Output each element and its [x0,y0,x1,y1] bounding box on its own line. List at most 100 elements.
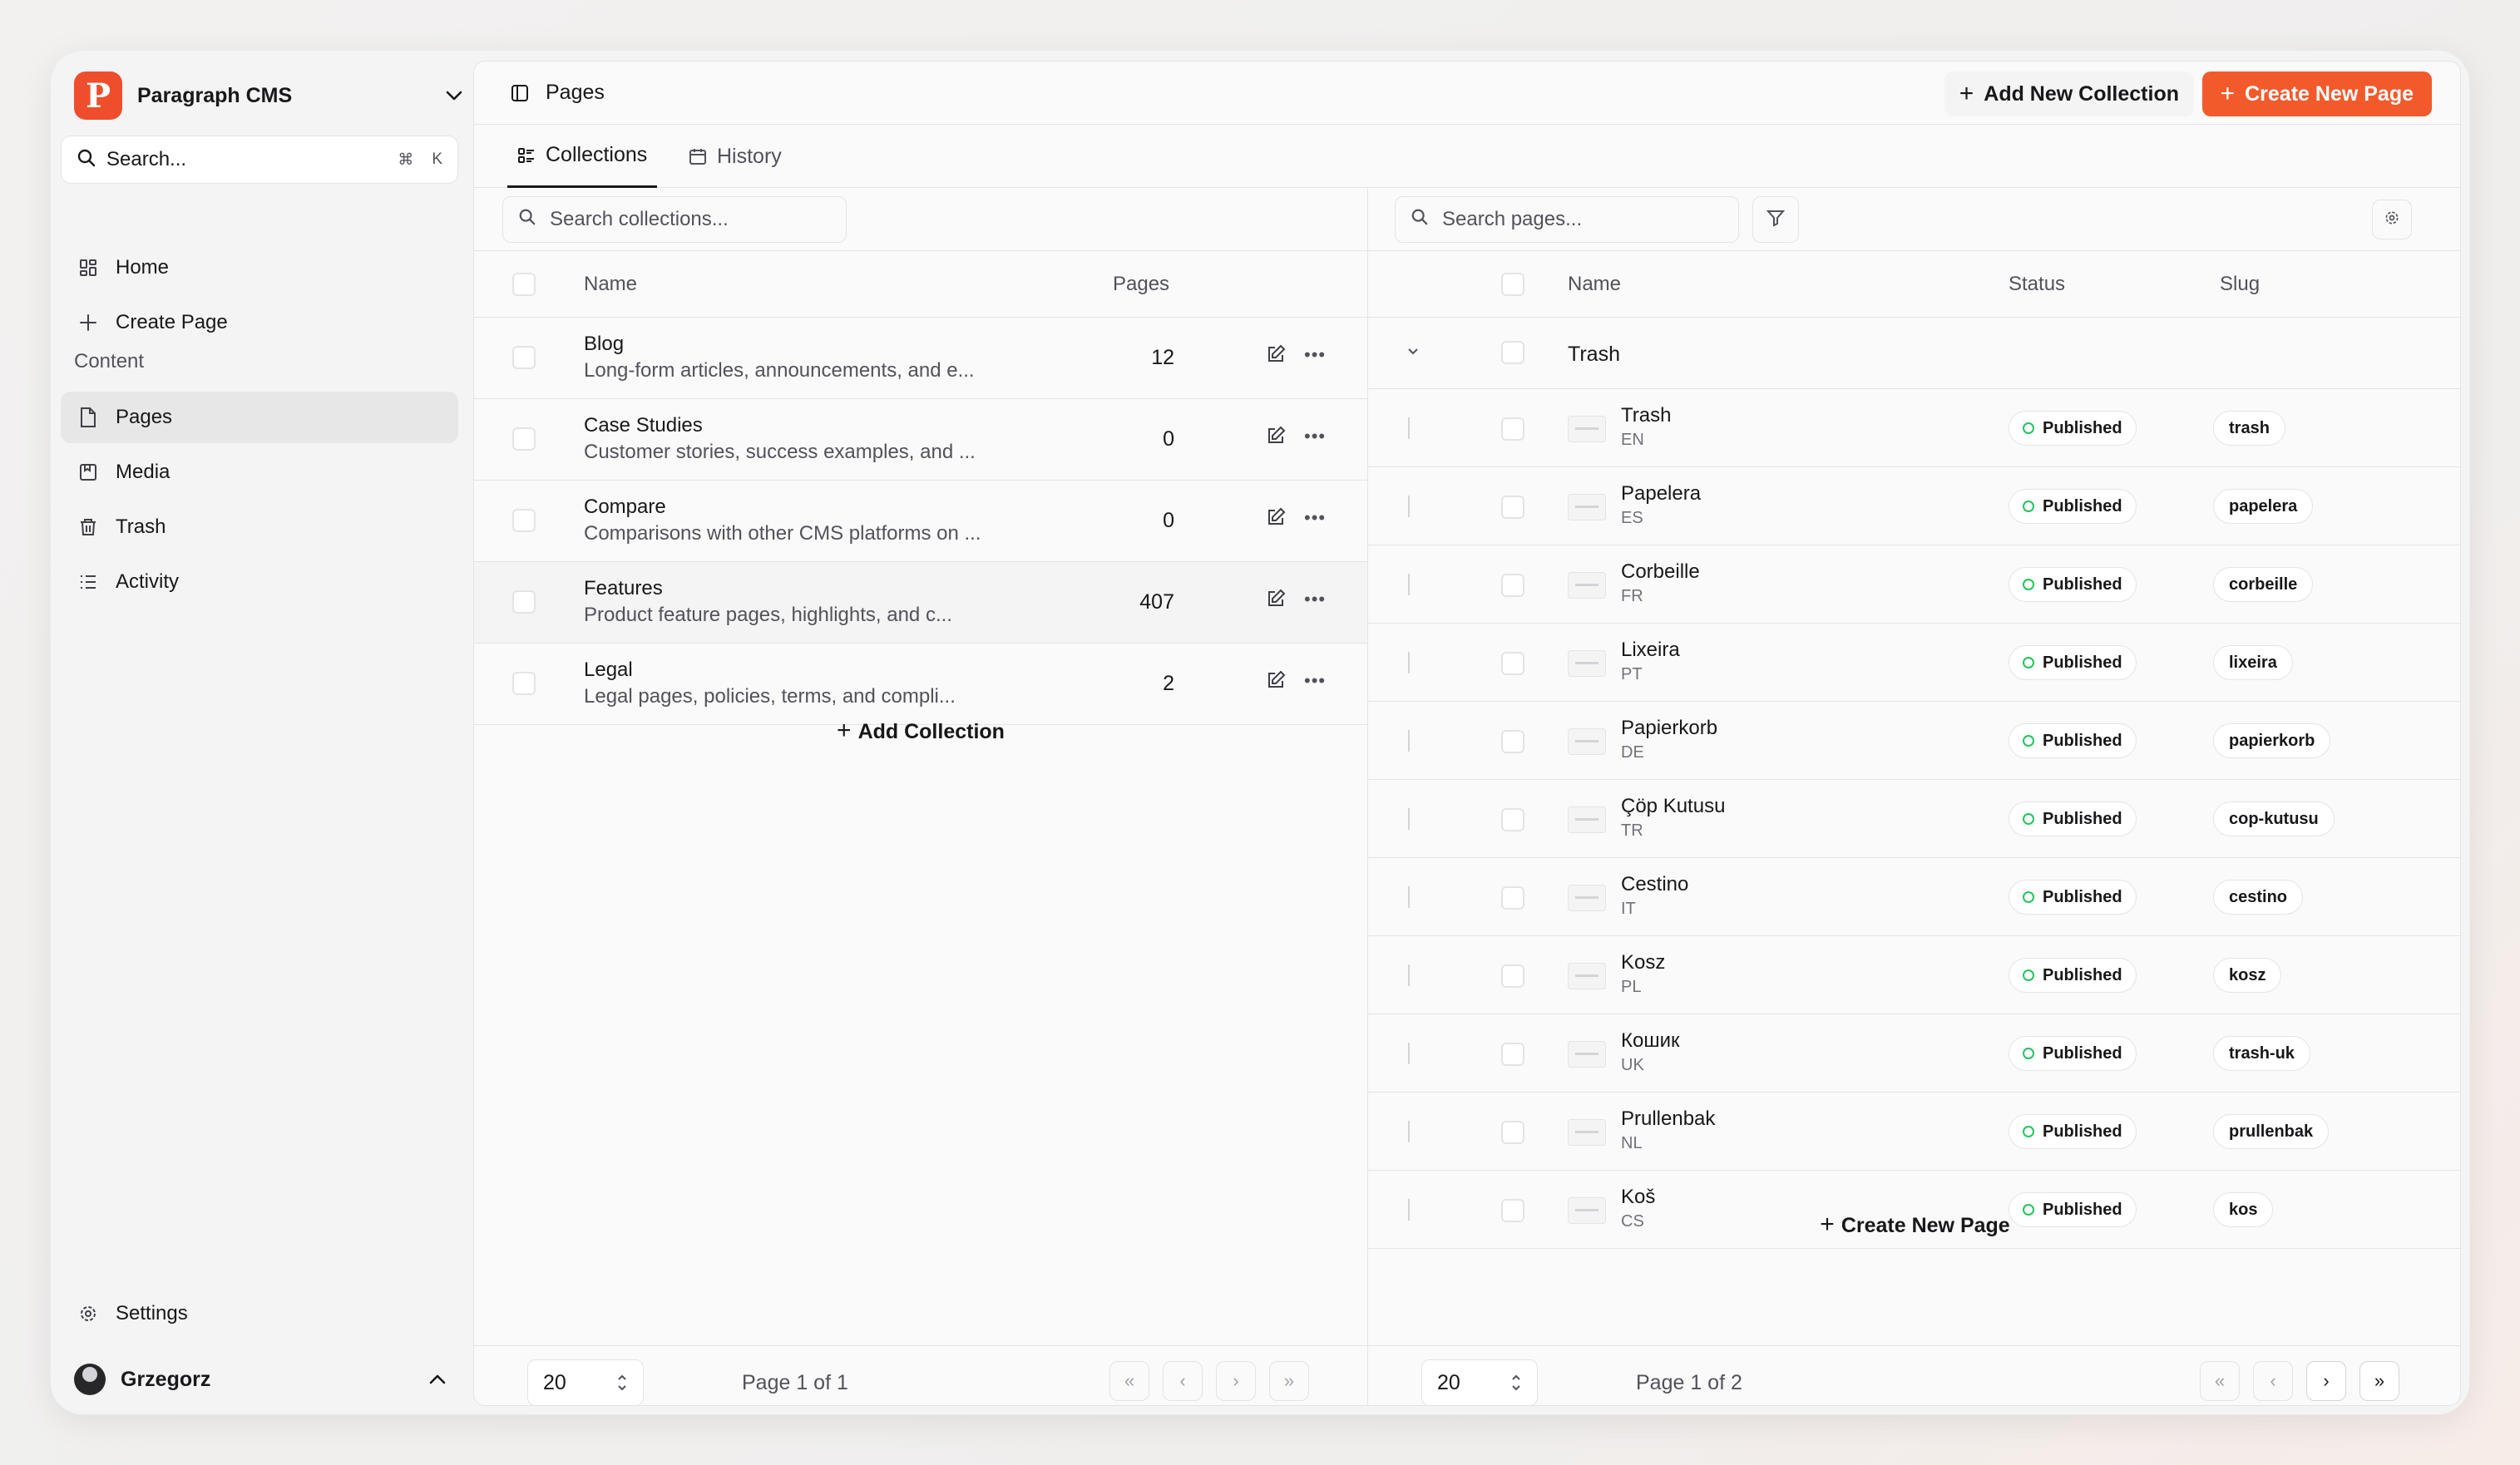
table-row[interactable]: Legal Legal pages, policies, terms, and … [474,644,1367,725]
page-language: NL [1621,1134,1643,1152]
first-page-button[interactable]: « [1109,1361,1149,1401]
column-name[interactable]: Name [584,273,637,296]
table-row[interactable]: Prullenbak NL Published prullenbak [1368,1093,2460,1171]
row-checkbox[interactable] [1501,652,1524,675]
edit-icon[interactable] [1266,589,1286,613]
table-row[interactable]: Compare Comparisons with other CMS platf… [474,481,1367,562]
last-page-button[interactable]: » [2359,1361,2399,1401]
first-page-button[interactable]: « [2200,1361,2240,1401]
page-size-select[interactable]: 20 [527,1359,644,1405]
next-page-button[interactable]: › [1216,1361,1256,1401]
table-row[interactable]: Çöp Kutusu TR Published cop-kutusu [1368,780,2460,858]
sidebar-toggle-icon[interactable] [511,84,529,102]
table-row[interactable]: Features Product feature pages, highligh… [474,562,1367,644]
search-placeholder: Search pages... [1442,208,1583,230]
page-language: UK [1621,1056,1644,1074]
edit-icon[interactable] [1266,670,1286,694]
table-row[interactable]: Kosz PL Published kosz [1368,936,2460,1014]
create-new-page-inline-button[interactable]: + Create New Page [1368,1211,2460,1239]
row-checkbox[interactable] [1501,574,1524,597]
sidebar-item-pages[interactable]: Pages [61,392,458,443]
tab-collections[interactable]: Collections [507,125,658,188]
row-checkbox[interactable] [1501,730,1524,753]
row-checkbox[interactable] [1501,808,1524,831]
row-checkbox[interactable] [512,509,536,532]
page-name: Çöp Kutusu [1621,795,1726,817]
global-search[interactable]: Search... ⌘ K [61,136,458,184]
add-new-collection-button[interactable]: + Add New Collection [1944,72,2194,116]
row-checkbox[interactable] [1501,964,1524,988]
more-icon[interactable]: ••• [1304,344,1326,366]
page-size-value: 20 [1437,1370,1460,1394]
row-checkbox[interactable] [1501,886,1524,910]
collection-description: Legal pages, policies, terms, and compli… [584,685,956,708]
row-checkbox[interactable] [512,672,536,695]
row-checkbox[interactable] [1501,1121,1524,1144]
row-checkbox[interactable] [512,590,536,614]
add-collection-button[interactable]: + Add Collection [474,717,1367,745]
file-icon [76,405,101,430]
column-pages[interactable]: Pages [1113,273,1169,296]
table-row[interactable]: Papierkorb DE Published papierkorb [1368,702,2460,780]
edit-icon[interactable] [1266,507,1286,531]
user-name: Grzegorz [121,1367,211,1391]
column-slug[interactable]: Slug [2220,273,2260,296]
row-checkbox[interactable] [1501,496,1524,519]
sidebar-item-settings[interactable]: Settings [61,1288,458,1339]
table-row[interactable]: Cestino IT Published cestino [1368,858,2460,936]
sidebar-item-trash[interactable]: Trash [61,501,458,553]
table-row[interactable]: Lixeira PT Published lixeira [1368,624,2460,702]
row-checkbox[interactable] [1501,417,1524,441]
workspace-switcher[interactable]: P Paragraph CMS [74,62,473,129]
column-name[interactable]: Name [1568,273,1621,296]
more-icon[interactable]: ••• [1304,670,1326,692]
tree-line [1408,964,1410,986]
chevron-down-icon[interactable] [1406,346,1420,361]
page-thumbnail [1568,806,1606,833]
column-status[interactable]: Status [2009,273,2065,296]
sidebar-item-activity[interactable]: Activity [61,556,458,608]
collection-name: Legal [584,659,633,681]
group-checkbox[interactable] [1501,341,1524,364]
last-page-button[interactable]: » [1269,1361,1309,1401]
edit-icon[interactable] [1266,426,1286,450]
row-checkbox[interactable] [512,427,536,451]
tree-line [1408,652,1410,673]
plus-icon: + [2220,80,2236,107]
more-icon[interactable]: ••• [1304,426,1326,447]
row-checkbox[interactable] [1501,1043,1524,1066]
group-row[interactable]: Trash [1368,318,2460,389]
page-size-select[interactable]: 20 [1421,1359,1538,1405]
search-pages-input[interactable]: Search pages... [1395,196,1739,243]
select-all-checkbox[interactable] [1501,273,1524,296]
more-icon[interactable]: ••• [1304,589,1326,610]
create-new-page-button[interactable]: + Create New Page [2201,72,2432,116]
table-row[interactable]: Papelera ES Published papelera [1368,467,2460,545]
status-label: Published [2043,731,2122,750]
edit-icon[interactable] [1266,344,1286,368]
table-row[interactable]: Case Studies Customer stories, success e… [474,399,1367,481]
user-menu[interactable]: Grzegorz [74,1358,457,1401]
view-settings-button[interactable] [2372,200,2412,239]
table-row[interactable]: Corbeille FR Published corbeille [1368,545,2460,624]
table-row[interactable]: Blog Long-form articles, announcements, … [474,318,1367,399]
status-badge: Published [2009,880,2137,915]
tree-line [1408,1043,1410,1064]
prev-page-button[interactable]: ‹ [1163,1361,1203,1401]
page-language: DE [1621,743,1644,762]
sidebar-item-media[interactable]: Media [61,446,458,498]
row-checkbox[interactable] [512,346,536,369]
filter-button[interactable] [1752,196,1799,243]
more-icon[interactable]: ••• [1304,507,1326,529]
search-collections-input[interactable]: Search collections... [502,196,847,243]
table-row[interactable]: Trash EN Published trash [1368,389,2460,467]
page-language: ES [1621,509,1643,527]
next-page-button[interactable]: › [2306,1361,2346,1401]
prev-page-button[interactable]: ‹ [2253,1361,2293,1401]
table-row[interactable]: Кошик UK Published trash-uk [1368,1014,2460,1093]
sidebar-item-home[interactable]: Home [61,242,458,293]
sidebar-item-create-page[interactable]: Create Page [61,297,458,348]
select-all-checkbox[interactable] [512,273,536,296]
tab-history[interactable]: History [689,125,782,188]
status-badge: Published [2009,411,2137,446]
